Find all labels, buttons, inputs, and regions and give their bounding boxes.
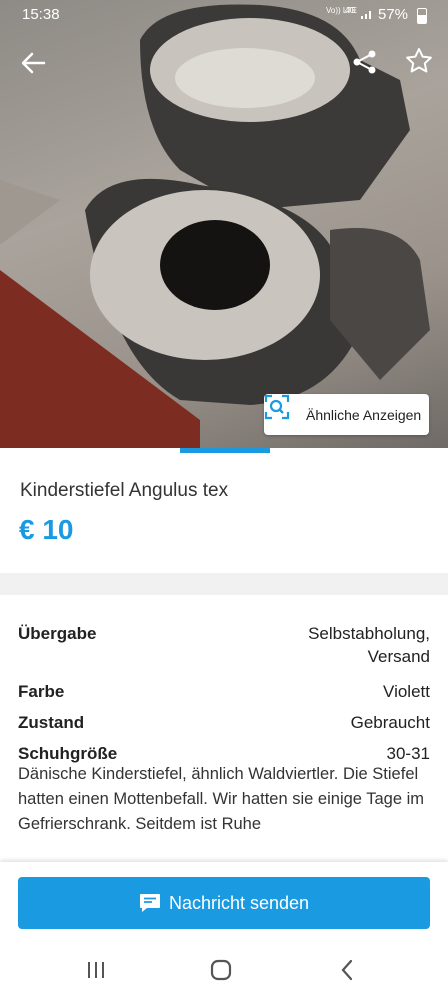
chat-icon (139, 893, 161, 913)
listing-price: € 10 (19, 514, 74, 545)
listing-title: Kinderstiefel Angulus tex (20, 480, 229, 501)
listing-photo[interactable]: 15:38 Vo)) LTE 4G 57% Ähnliche Anzeigen (0, 0, 448, 448)
similar-ads-button[interactable]: Ähnliche Anzeigen (264, 394, 429, 435)
detail-row-uebergabe: Übergabe Selbstabholung, Versand (18, 622, 430, 672)
detail-value: Gebraucht (350, 713, 430, 732)
star-icon[interactable] (404, 46, 434, 76)
back-arrow-icon[interactable] (18, 48, 48, 78)
battery-icon (417, 8, 427, 24)
status-bar: 15:38 Vo)) LTE 4G 57% (0, 0, 448, 30)
recent-apps-icon[interactable] (84, 958, 112, 982)
listing-description: Dänische Kinderstiefel, ähnlich Waldvier… (18, 765, 425, 833)
battery-percent: 57% (378, 6, 409, 23)
detail-row-zustand: Zustand Gebraucht (18, 711, 430, 734)
detail-row-farbe: Farbe Violett (18, 680, 430, 703)
share-icon[interactable] (351, 48, 379, 76)
detail-value: Violett (383, 682, 430, 701)
detail-value: Selbstabholung, Versand (308, 624, 430, 666)
image-search-icon (264, 394, 298, 428)
details-list: Übergabe Selbstabholung, Versand Farbe V… (18, 622, 430, 773)
system-nav-bar (0, 940, 448, 1000)
network-4g-indicator: 4G (345, 6, 356, 15)
gallery-indicator (180, 448, 270, 453)
similar-ads-label: Ähnliche Anzeigen (306, 406, 422, 423)
send-message-button[interactable]: Nachricht senden (18, 877, 430, 929)
status-time: 15:38 (22, 6, 60, 23)
action-bar: Nachricht senden (0, 862, 448, 940)
boots-photo-drawing (0, 4, 430, 448)
section-divider (0, 573, 448, 595)
back-nav-icon[interactable] (336, 958, 364, 982)
detail-key: Farbe (18, 682, 65, 701)
home-icon[interactable] (208, 958, 236, 982)
send-message-label: Nachricht senden (168, 892, 310, 913)
